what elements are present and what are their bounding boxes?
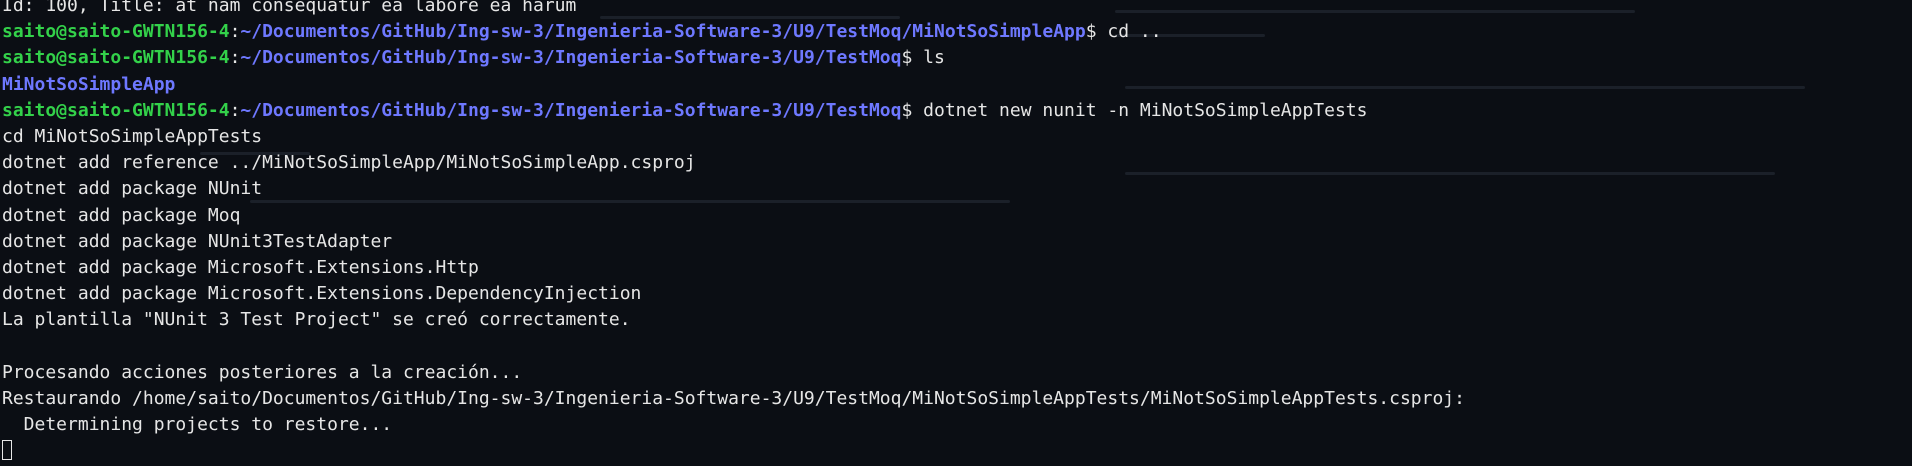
prompt-user-host: saito@saito-GWTN156-4: [2, 21, 230, 43]
cursor-line: [2, 438, 1465, 464]
output-text: Determining projects to restore...: [2, 414, 393, 435]
prompt-separator: :: [229, 99, 241, 121]
command-text: dotnet new nunit -n MiNotSoSimpleAppTest…: [923, 99, 1368, 121]
prompt-line: saito@saito-GWTN156-4:~/Documentos/GitHu…: [2, 98, 1465, 124]
output-text: dotnet add package Moq: [2, 204, 241, 226]
output-text: Id: 100, Title: at nam consequatur ea la…: [2, 0, 577, 16]
prompt-symbol: $: [901, 47, 924, 69]
output-text: cd MiNotSoSimpleAppTests: [2, 125, 263, 147]
output-line: Restaurando /home/saito/Documentos/GitHu…: [2, 386, 1465, 412]
output-line: dotnet add package Microsoft.Extensions.…: [2, 255, 1465, 281]
output-line: La plantilla "NUnit 3 Test Project" se c…: [2, 307, 1465, 333]
output-line: dotnet add package Microsoft.Extensions.…: [2, 281, 1465, 307]
prompt-separator: :: [229, 47, 241, 69]
output-line: Determining projects to restore...: [2, 412, 1465, 438]
output-text: dotnet add package Microsoft.Extensions.…: [2, 256, 479, 278]
command-text: ls: [923, 47, 945, 69]
output-line: dotnet add reference ../MiNotSoSimpleApp…: [2, 150, 1465, 176]
prompt-separator: :: [229, 21, 241, 43]
prompt-symbol: $: [901, 99, 924, 121]
output-text: La plantilla "NUnit 3 Test Project" se c…: [2, 309, 631, 331]
prompt-user-host: saito@saito-GWTN156-4: [2, 99, 230, 121]
output-line: Id: 100, Title: at nam consequatur ea la…: [2, 0, 1465, 19]
output-text: dotnet add reference ../MiNotSoSimpleApp…: [2, 152, 696, 174]
output-text: Restaurando /home/saito/Documentos/GitHu…: [2, 387, 1465, 409]
output-line: dotnet add package Moq: [2, 203, 1465, 229]
output-line: dotnet add package NUnit: [2, 176, 1465, 202]
prompt-line: saito@saito-GWTN156-4:~/Documentos/GitHu…: [2, 45, 1465, 71]
prompt-user-host: saito@saito-GWTN156-4: [2, 47, 230, 69]
prompt-path: ~/Documentos/GitHub/Ing-sw-3/Ingenieria-…: [240, 21, 1086, 43]
output-text: dotnet add package Microsoft.Extensions.…: [2, 283, 642, 305]
prompt-symbol: $: [1085, 21, 1108, 43]
terminal-output: Id: 100, Title: at nam consequatur ea la…: [2, 0, 1465, 464]
output-line: cd MiNotSoSimpleAppTests: [2, 124, 1465, 150]
prompt-path: ~/Documentos/GitHub/Ing-sw-3/Ingenieria-…: [240, 47, 902, 69]
output-text: dotnet add package NUnit3TestAdapter: [2, 230, 393, 252]
directory-entry: MiNotSoSimpleApp: [2, 73, 176, 95]
prompt-path: ~/Documentos/GitHub/Ing-sw-3/Ingenieria-…: [240, 99, 902, 121]
terminal-window[interactable]: Id: 100, Title: at nam consequatur ea la…: [0, 0, 1912, 466]
terminal-cursor: [2, 440, 12, 461]
command-text: cd ..: [1107, 21, 1162, 43]
ls-output-line: MiNotSoSimpleApp: [2, 72, 1465, 98]
output-line: Procesando acciones posteriores a la cre…: [2, 360, 1465, 386]
output-line: dotnet add package NUnit3TestAdapter: [2, 229, 1465, 255]
output-text: Procesando acciones posteriores a la cre…: [2, 361, 523, 383]
output-text: dotnet add package NUnit: [2, 178, 263, 200]
prompt-line: saito@saito-GWTN156-4:~/Documentos/GitHu…: [2, 19, 1465, 45]
